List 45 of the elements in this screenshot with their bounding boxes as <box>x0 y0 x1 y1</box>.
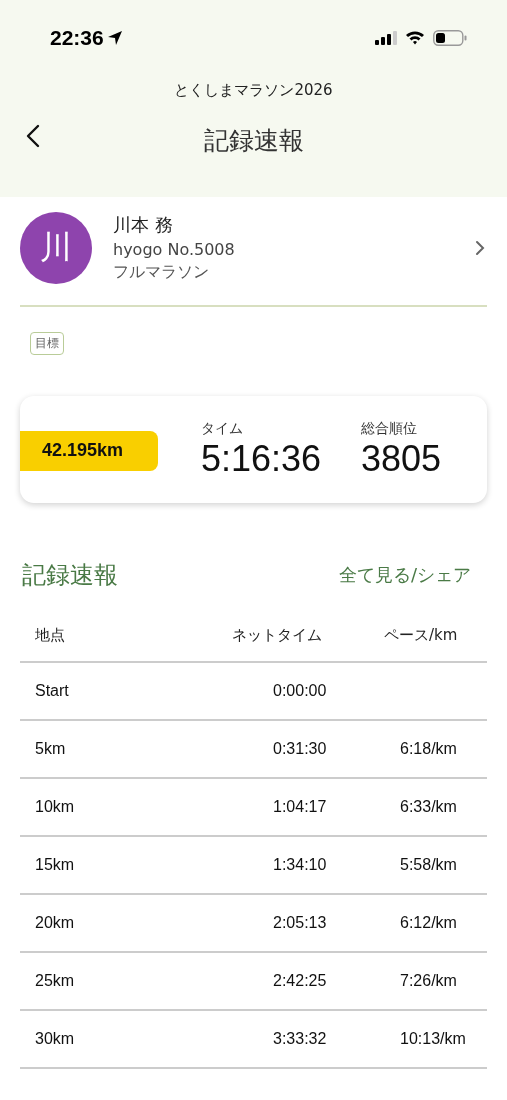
column-header: ネットタイム <box>232 625 323 645</box>
battery-icon <box>433 29 467 46</box>
avatar: 川 <box>20 212 92 284</box>
runner-name: 川本 務 <box>113 213 174 237</box>
table-cell: 15km <box>35 856 75 873</box>
back-icon <box>26 124 40 148</box>
section-title: 記録速報 <box>22 560 118 591</box>
bib-number: hyogo No.5008 <box>113 240 236 259</box>
location-arrow-icon <box>106 29 123 46</box>
event-title: とくしまマラソン2026 <box>173 81 334 100</box>
table-cell: 10km <box>35 798 75 815</box>
table-cell: 25km <box>35 972 75 989</box>
table-cell: 30km <box>35 1030 75 1047</box>
time-value: 5:16:36 <box>201 437 323 480</box>
table-cell: 3:33:32 <box>273 1030 327 1047</box>
distance-badge: 42.195km <box>20 430 158 471</box>
table-cell: 6:12/km <box>400 914 457 931</box>
table-cell: 6:33/km <box>400 798 457 815</box>
table-cell: Start <box>35 682 69 699</box>
table-cell: 6:18/km <box>400 740 457 757</box>
rank-value: 3805 <box>361 437 442 480</box>
table-cell: 2:42:25 <box>273 972 327 989</box>
table-cell: 5:58/km <box>400 856 457 873</box>
page-title: 記録速報 <box>203 124 304 157</box>
chevron-right-icon <box>475 240 485 256</box>
table-cell: 1:34:10 <box>273 856 327 873</box>
status-time: 22:36 <box>50 25 104 50</box>
column-header: 地点 <box>34 625 66 645</box>
time-label: タイム <box>201 419 244 438</box>
signal-icon <box>375 30 397 45</box>
runner-row[interactable]: 川 川本 務 hyogo No.5008 フルマラソン <box>0 197 507 285</box>
column-header: ペース/km <box>384 625 458 645</box>
table-cell: 5km <box>35 740 66 757</box>
view-all-link[interactable]: 全て見る/シェア <box>338 563 471 587</box>
table-cell: 10:13/km <box>400 1030 466 1047</box>
table-cell: 7:26/km <box>400 972 457 989</box>
goal-tag: 目標 <box>30 332 64 355</box>
race-category: フルマラソン <box>113 262 210 283</box>
table-cell: 0:00:00 <box>273 682 327 699</box>
table-cell: 1:04:17 <box>273 798 327 815</box>
table-cell: 2:05:13 <box>273 914 327 931</box>
table-cell: 20km <box>35 914 75 931</box>
table-cell: 0:31:30 <box>273 740 327 757</box>
rank-label: 総合順位 <box>361 419 418 438</box>
wifi-icon <box>405 30 425 45</box>
